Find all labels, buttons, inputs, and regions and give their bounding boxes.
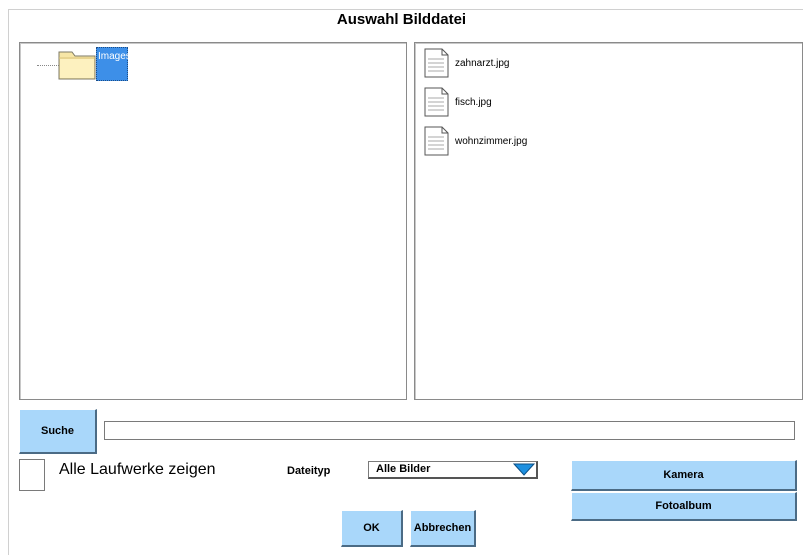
tree-item-images[interactable]: Images <box>96 47 131 81</box>
document-icon <box>424 48 449 78</box>
file-name: zahnarzt.jpg <box>455 58 510 69</box>
document-icon <box>424 126 449 156</box>
search-input[interactable] <box>104 421 795 440</box>
show-all-drives-label: Alle Laufwerke zeigen <box>59 461 216 478</box>
file-name: fisch.jpg <box>455 97 492 108</box>
file-name: wohnzimmer.jpg <box>455 136 528 147</box>
show-all-drives-checkbox[interactable] <box>19 459 45 491</box>
cancel-button[interactable]: Abbrechen <box>410 510 476 547</box>
photo-album-button[interactable]: Fotoalbum <box>571 492 797 521</box>
dialog-title: Auswahl Bilddatei <box>336 11 467 28</box>
tree-connector-line <box>37 65 59 66</box>
document-icon <box>424 87 449 117</box>
chevron-down-icon[interactable] <box>513 463 535 476</box>
ok-button[interactable]: OK <box>341 510 403 547</box>
camera-button[interactable]: Kamera <box>571 460 797 491</box>
folder-tree-pane[interactable] <box>19 42 407 400</box>
filetype-selected-value: Alle Bilder <box>376 463 431 475</box>
filetype-label: Dateityp <box>287 465 331 477</box>
file-item[interactable]: wohnzimmer.jpg <box>424 126 624 156</box>
file-item[interactable]: fisch.jpg <box>424 87 624 117</box>
folder-icon[interactable] <box>58 46 96 80</box>
file-item[interactable]: zahnarzt.jpg <box>424 48 624 78</box>
search-button[interactable]: Suche <box>19 409 97 454</box>
